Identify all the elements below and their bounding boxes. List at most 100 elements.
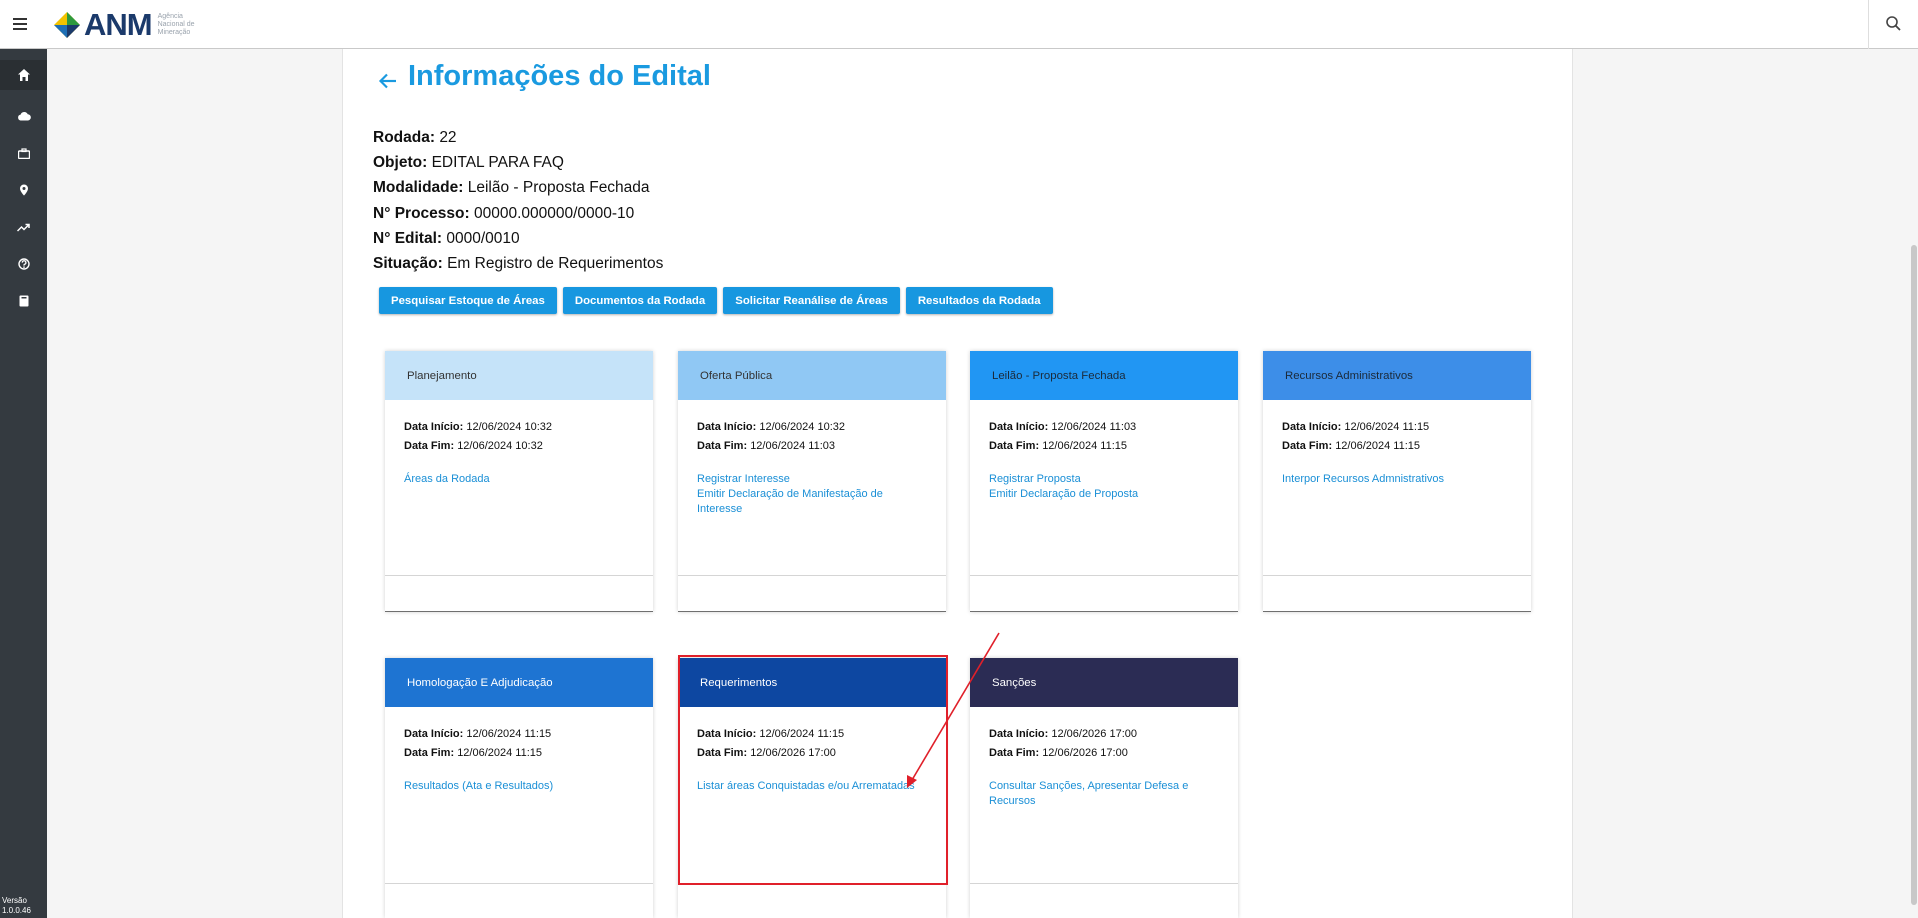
- card-link[interactable]: Emitir Declaração de Manifestação de Int…: [697, 487, 927, 517]
- end-date-label: Data Fim:: [697, 440, 748, 452]
- start-date-value: 12/06/2024 10:32: [759, 421, 845, 433]
- anm-logo[interactable]: ANM Agência Nacional de Mineração: [52, 7, 210, 42]
- card-dates: Data Início: 12/06/2024 10:32 Data Fim: 1…: [404, 418, 634, 456]
- stage-card-requerimentos: Requerimentos Data Início: 12/06/2024 11:…: [678, 658, 946, 918]
- start-date-row: Data Início: 12/06/2026 17:00: [989, 725, 1219, 744]
- start-date-label: Data Início:: [404, 421, 464, 433]
- card-dates: Data Início: 12/06/2026 17:00 Data Fim: 1…: [989, 725, 1219, 763]
- sidebar-item-trends[interactable]: [0, 212, 47, 242]
- card-header: Planejamento: [385, 351, 653, 400]
- card-footer: [970, 883, 1238, 918]
- card-link[interactable]: Registrar Proposta: [989, 472, 1219, 487]
- info-label: N° Processo:: [373, 204, 470, 222]
- card-links: Interpor Recursos Admnistrativos: [1282, 472, 1512, 487]
- end-date-row: Data Fim: 12/06/2024 11:15: [1282, 437, 1512, 456]
- card-link[interactable]: Áreas da Rodada: [404, 472, 634, 487]
- stage-card-homologacao: Homologação E Adjudicação Data Início: 12…: [385, 658, 653, 918]
- round-documents-button[interactable]: Documentos da Rodada: [562, 287, 718, 314]
- hamburger-menu-icon[interactable]: [8, 12, 32, 36]
- card-dates: Data Início: 12/06/2024 11:03 Data Fim: 1…: [989, 418, 1219, 456]
- page-title: Informações do Edital: [408, 60, 711, 92]
- card-header: Leilão - Proposta Fechada: [970, 351, 1238, 400]
- start-date-row: Data Início: 12/06/2024 11:15: [404, 725, 634, 744]
- card-link[interactable]: Consultar Sanções, Apresentar Defesa e R…: [989, 779, 1219, 809]
- start-date-row: Data Início: 12/06/2024 10:32: [404, 418, 634, 437]
- info-value: EDITAL PARA FAQ: [431, 154, 564, 172]
- scrollbar[interactable]: [1910, 49, 1918, 918]
- end-date-label: Data Fim:: [989, 440, 1040, 452]
- card-link[interactable]: Interpor Recursos Admnistrativos: [1282, 472, 1512, 487]
- card-header: Homologação E Adjudicação: [385, 658, 653, 707]
- card-links: Registrar Proposta Emitir Declaração de P…: [989, 472, 1219, 502]
- card-body: Data Início: 12/06/2024 10:32 Data Fim: 1…: [678, 400, 946, 517]
- trending-up-icon: [17, 223, 30, 232]
- start-date-value: 12/06/2024 11:15: [759, 728, 845, 740]
- start-date-label: Data Início:: [697, 728, 757, 740]
- card-link[interactable]: Registrar Interesse: [697, 472, 927, 487]
- sidebar-item-book[interactable]: [0, 286, 47, 316]
- card-links: Áreas da Rodada: [404, 472, 634, 487]
- scrollbar-thumb[interactable]: [1911, 245, 1917, 905]
- anm-logo-mark-icon: [52, 10, 82, 40]
- end-date-row: Data Fim: 12/06/2024 11:15: [989, 437, 1219, 456]
- map-pin-icon: [19, 184, 28, 196]
- end-date-value: 12/06/2024 11:03: [750, 440, 836, 452]
- sidebar-item-location[interactable]: [0, 175, 47, 205]
- card-header: Requerimentos: [678, 658, 946, 707]
- start-date-row: Data Início: 12/06/2024 11:15: [697, 725, 927, 744]
- card-header: Recursos Administrativos: [1263, 351, 1531, 400]
- end-date-row: Data Fim: 12/06/2024 11:15: [404, 744, 634, 763]
- anm-logo-text: ANM: [84, 7, 153, 42]
- info-objeto: Objeto: EDITAL PARA FAQ: [373, 150, 663, 175]
- end-date-value: 12/06/2026 17:00: [750, 747, 836, 759]
- help-circle-icon: [17, 258, 30, 270]
- sidebar-item-help[interactable]: [0, 249, 47, 279]
- search-button[interactable]: [1868, 0, 1918, 49]
- card-links: Registrar Interesse Emitir Declaração de …: [697, 472, 927, 517]
- anm-logo-subtitle: Agência Nacional de Mineração: [157, 13, 195, 36]
- sidebar-item-briefcase[interactable]: [0, 138, 47, 168]
- info-label: Modalidade:: [373, 179, 464, 197]
- card-footer: [385, 883, 653, 918]
- info-label: Situação:: [373, 255, 443, 273]
- card-footer: [678, 575, 946, 612]
- start-date-label: Data Início:: [697, 421, 757, 433]
- info-rodada: Rodada: 22: [373, 125, 663, 150]
- cloud-icon: [17, 111, 31, 121]
- end-date-value: 12/06/2024 10:32: [457, 440, 543, 452]
- top-bar: ANM Agência Nacional de Mineração: [0, 0, 1918, 49]
- back-button[interactable]: [377, 70, 399, 92]
- round-results-button[interactable]: Resultados da Rodada: [905, 287, 1053, 314]
- info-processo: N° Processo: 00000.000000/0000-10: [373, 201, 663, 226]
- card-link[interactable]: Resultados (Ata e Resultados): [404, 779, 634, 794]
- stage-card-sancoes: Sanções Data Início: 12/06/2026 17:00 Data…: [970, 658, 1238, 918]
- start-date-label: Data Início:: [1282, 421, 1342, 433]
- end-date-value: 12/06/2024 11:15: [1042, 440, 1128, 452]
- card-body: Data Início: 12/06/2024 11:15 Data Fim: 1…: [678, 707, 946, 794]
- info-value: 00000.000000/0000-10: [473, 204, 635, 222]
- info-modalidade: Modalidade: Leilão - Proposta Fechada: [373, 175, 663, 200]
- end-date-row: Data Fim: 12/06/2026 17:00: [697, 744, 927, 763]
- info-label: N° Edital:: [373, 229, 443, 247]
- start-date-value: 12/06/2026 17:00: [1051, 728, 1137, 740]
- card-link[interactable]: Emitir Declaração de Proposta: [989, 487, 1219, 502]
- end-date-row: Data Fim: 12/06/2026 17:00: [989, 744, 1219, 763]
- start-date-value: 12/06/2024 11:15: [466, 728, 552, 740]
- start-date-value: 12/06/2024 11:03: [1051, 421, 1137, 433]
- end-date-row: Data Fim: 12/06/2024 10:32: [404, 437, 634, 456]
- sidebar-item-home[interactable]: [0, 60, 47, 90]
- sidebar-item-cloud[interactable]: [0, 101, 47, 131]
- info-label: Rodada:: [373, 129, 435, 146]
- book-icon: [19, 295, 28, 307]
- request-reanalysis-button[interactable]: Solicitar Reanálise de Áreas: [723, 287, 900, 314]
- end-date-value: 12/06/2024 11:15: [457, 747, 543, 759]
- card-body: Data Início: 12/06/2026 17:00 Data Fim: 1…: [970, 707, 1238, 809]
- card-link[interactable]: Listar áreas Conquistadas e/ou Arrematad…: [697, 779, 927, 794]
- card-footer: [385, 575, 653, 612]
- search-stock-areas-button[interactable]: Pesquisar Estoque de Áreas: [379, 287, 557, 314]
- card-links: Listar áreas Conquistadas e/ou Arrematad…: [697, 779, 927, 794]
- arrow-left-icon: [378, 73, 396, 89]
- end-date-label: Data Fim:: [989, 747, 1040, 759]
- info-value: Em Registro de Requerimentos: [447, 255, 664, 273]
- end-date-label: Data Fim:: [404, 440, 455, 452]
